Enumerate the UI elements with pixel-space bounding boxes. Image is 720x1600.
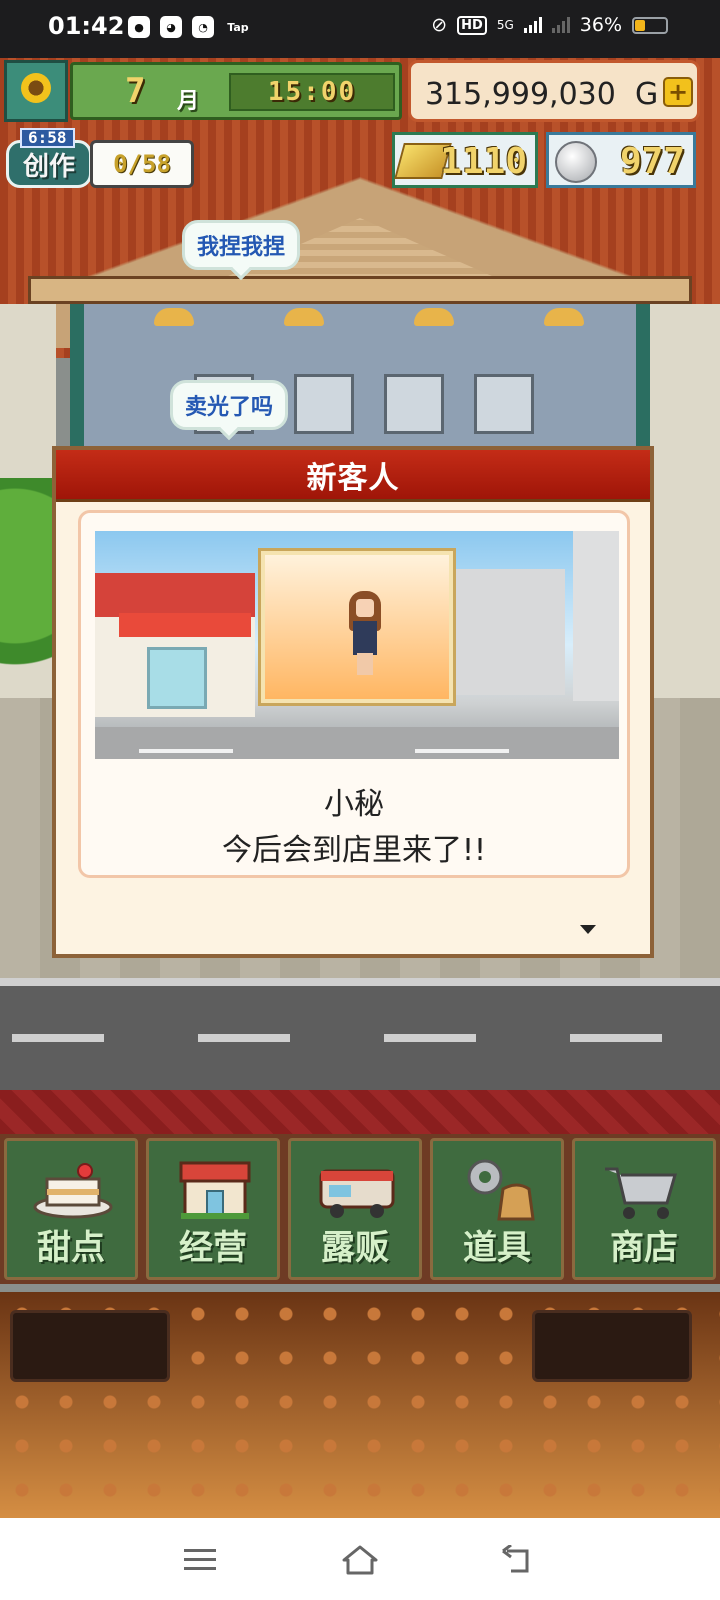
customer-portrait [258,548,456,706]
speech-bubble-shop: 卖光了吗 [170,380,289,430]
customer-name: 小秘 [324,787,384,822]
money-display: 315,999,030 G + [408,60,700,122]
speech-bubble-top: 我捏我捏 [182,220,301,270]
panel-slot-right[interactable] [532,1310,692,1382]
dialog-message: 今后会到店里来了!! [221,833,487,868]
dialog-title: 新客人 [56,450,650,502]
display-case [474,374,534,434]
menu-business-button[interactable]: 经营 [146,1138,280,1280]
signal-2-icon [551,17,570,33]
status-bar: 01:42 ● ◕ ◔ Tap ⊘ HD 5G 36% [0,0,720,58]
tree-icon [0,478,60,698]
app-notification-icon: ● [128,16,150,38]
create-count: 0/58 [90,140,194,188]
road [0,978,720,1090]
display-case [294,374,354,434]
panel-slot-left[interactable] [10,1310,170,1382]
menu-label: 道具 [463,1228,531,1268]
display-case [384,374,444,434]
back-icon[interactable] [498,1540,538,1580]
scene-shop [95,573,255,717]
menu-sweets-button[interactable]: 甜点 [4,1138,138,1280]
bottom-panel [0,1292,720,1518]
network-label: 5G [496,18,514,32]
sunflower-icon [21,73,51,103]
shop-eave [28,276,692,304]
menu-items-button[interactable]: 道具 [430,1138,564,1280]
menu-stall-button[interactable]: 露贩 [288,1138,422,1280]
cake-icon [33,1155,113,1225]
food-truck-icon [317,1155,397,1225]
customer-character-icon [349,591,381,675]
money-value: 315,999,030 [425,77,616,112]
tap-icon: Tap [227,20,249,34]
shop-icon [175,1155,255,1225]
menu-label: 经营 [179,1228,247,1268]
signal-icon [523,17,542,33]
main-menu: 甜点 经营 露贩 道具 商店 [0,1134,720,1284]
lamp-icon [154,308,194,326]
menu-icon[interactable] [180,1540,220,1580]
menu-label: 商店 [610,1228,678,1268]
silver-value: 977 [619,141,685,182]
home-icon[interactable] [340,1540,380,1580]
silver-coin-display[interactable]: 977 [546,132,696,188]
battery-percent: 36% [579,14,622,36]
game-clock: 15:00 [229,73,395,111]
dialog-content: 小秘 今后会到店里来了!! [78,510,630,878]
scene-road [95,727,619,759]
month-unit: 月 [177,89,200,114]
add-money-button[interactable]: + [663,77,693,107]
system-nav-bar [0,1518,720,1600]
new-customer-dialog[interactable]: 新客人 小秘 今后会到店里来了!! [52,446,654,958]
create-timer: 6:58 [20,128,75,148]
status-app-icons: ● ◕ ◔ Tap [128,16,252,38]
money-unit: G [635,77,659,112]
month-number: 7 [125,71,146,111]
game-scene[interactable]: 7 月 15:00 315,999,030 G + 创作 6:58 0/58 1… [0,58,720,1518]
hd-badge: HD [457,15,487,35]
menu-border-band [0,1090,720,1138]
battery-icon [632,16,668,34]
cat-icon: ◕ [160,16,182,38]
status-right: ⊘ HD 5G 36% [431,14,668,36]
date-display: 7 月 15:00 [70,62,402,120]
mute-icon: ⊘ [431,14,448,36]
chat-icon: ◔ [192,16,214,38]
gear-bag-icon [459,1155,539,1225]
silver-coin-icon [555,141,597,183]
menu-label: 露贩 [321,1228,389,1268]
lamp-icon [284,308,324,326]
lamp-icon [414,308,454,326]
status-time: 01:42 [48,12,125,40]
menu-store-button[interactable]: 商店 [572,1138,716,1280]
lamp-icon [544,308,584,326]
scene-building [455,569,565,695]
cart-icon [601,1155,681,1225]
gold-value: 1110 [440,141,527,182]
street-scene-image [95,531,619,759]
create-panel[interactable]: 创作 6:58 0/58 [6,128,194,190]
calendar-button[interactable] [4,60,68,122]
menu-label: 甜点 [37,1228,105,1268]
next-arrow-icon[interactable] [580,925,596,934]
scene-tower [573,531,619,701]
gold-bar-display[interactable]: 1110 [392,132,538,188]
